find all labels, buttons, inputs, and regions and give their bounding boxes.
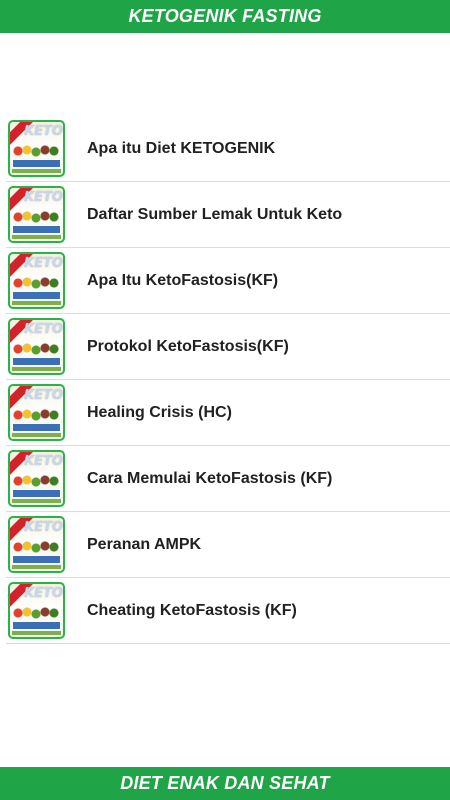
menu-item-healing-crisis[interactable]: KETO Healing Crisis (HC) bbox=[6, 380, 450, 446]
keto-fasting-app-icon: KETO bbox=[8, 186, 65, 243]
menu-item-label: Peranan AMPK bbox=[87, 535, 202, 553]
menu-item-label: Healing Crisis (HC) bbox=[87, 403, 232, 421]
keto-fasting-app-icon: KETO bbox=[8, 120, 65, 177]
app-title: KETOGENIK FASTING bbox=[128, 6, 322, 26]
keto-fasting-app-icon: KETO bbox=[8, 582, 65, 639]
keto-fasting-app-icon: KETO bbox=[8, 516, 65, 573]
title-bar: KETOGENIK FASTING bbox=[0, 0, 450, 33]
menu-item-protokol-ketofastosis[interactable]: KETO Protokol KetoFastosis(KF) bbox=[6, 314, 450, 380]
menu-item-label: Protokol KetoFastosis(KF) bbox=[87, 337, 289, 355]
menu-item-label: Apa itu Diet KETOGENIK bbox=[87, 139, 276, 157]
menu-item-apa-itu-ketofastosis[interactable]: KETO Apa Itu KetoFastosis(KF) bbox=[6, 248, 450, 314]
keto-fasting-app-icon: KETO bbox=[8, 384, 65, 441]
menu-list: KETO Apa itu Diet KETOGENIK KETO Daftar … bbox=[6, 116, 450, 644]
menu-item-label: Cara Memulai KetoFastosis (KF) bbox=[87, 469, 333, 487]
menu-item-label: Cheating KetoFastosis (KF) bbox=[87, 601, 297, 619]
footer-text: DIET ENAK DAN SEHAT bbox=[120, 773, 330, 793]
menu-item-apa-itu-diet-ketogenik[interactable]: KETO Apa itu Diet KETOGENIK bbox=[6, 116, 450, 182]
menu-item-cara-memulai-ketofastosis[interactable]: KETO Cara Memulai KetoFastosis (KF) bbox=[6, 446, 450, 512]
footer-bar: DIET ENAK DAN SEHAT bbox=[0, 767, 450, 800]
menu-item-label: Apa Itu KetoFastosis(KF) bbox=[87, 271, 279, 289]
menu-item-peranan-ampk[interactable]: KETO Peranan AMPK bbox=[6, 512, 450, 578]
menu-item-label: Daftar Sumber Lemak Untuk Keto bbox=[87, 205, 343, 223]
keto-fasting-app-icon: KETO bbox=[8, 450, 65, 507]
keto-fasting-app-icon: KETO bbox=[8, 318, 65, 375]
menu-item-daftar-sumber-lemak[interactable]: KETO Daftar Sumber Lemak Untuk Keto bbox=[6, 182, 450, 248]
menu-item-cheating-ketofastosis[interactable]: KETO Cheating KetoFastosis (KF) bbox=[6, 578, 450, 644]
keto-fasting-app-icon: KETO bbox=[8, 252, 65, 309]
